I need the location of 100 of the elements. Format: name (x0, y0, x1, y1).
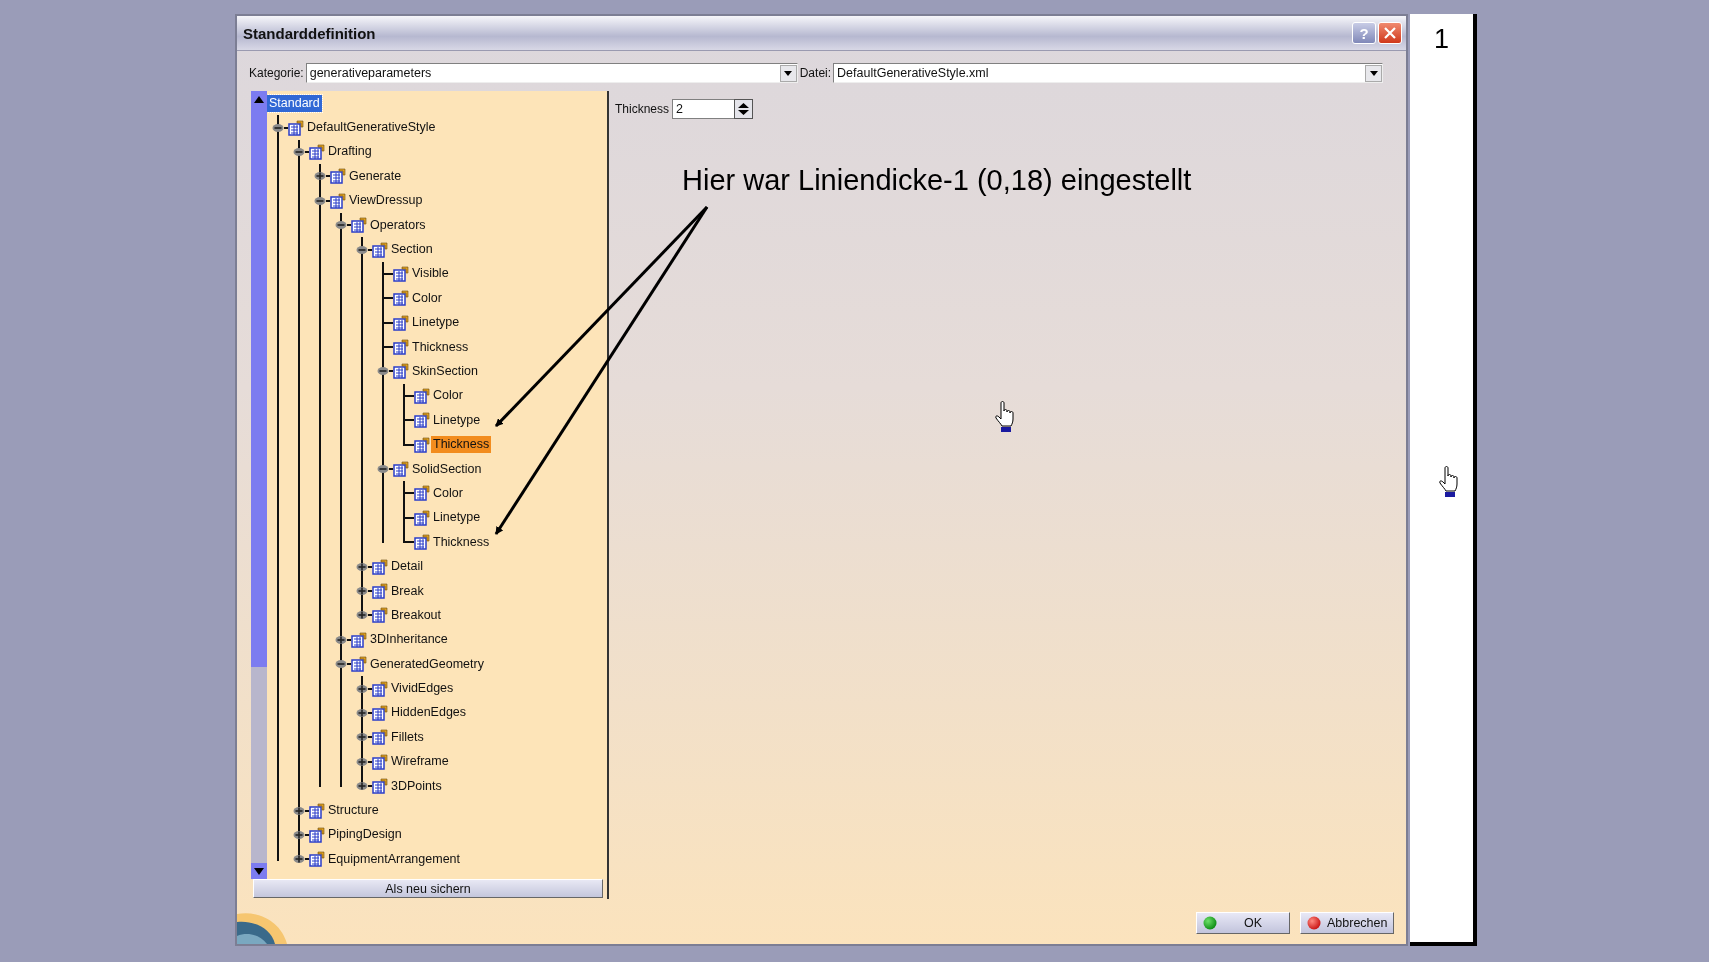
tree-item[interactable]: VividEdges (389, 680, 456, 698)
cancel-button[interactable]: Abbrechen (1300, 912, 1394, 934)
tree-item[interactable]: Linetype (431, 411, 483, 429)
window-title: Standarddefinition (243, 24, 377, 42)
tree-item[interactable]: Operators (368, 216, 428, 234)
node-icon (351, 631, 368, 648)
category-dropdown[interactable]: generativeparameters (305, 63, 798, 83)
save-as-new-button[interactable]: Als neu sichern (253, 879, 603, 898)
field-label: Kategorie: (249, 66, 304, 80)
node-icon (414, 534, 431, 551)
tree-item[interactable]: Linetype (431, 509, 483, 527)
tree-item[interactable]: Thickness (431, 533, 492, 551)
tree-item[interactable]: Structure (326, 802, 381, 819)
expand-icon[interactable] (356, 780, 368, 793)
node-icon (414, 436, 431, 453)
spin-button[interactable] (734, 99, 754, 119)
tree-item[interactable]: PipingDesign (326, 826, 404, 844)
node-icon (288, 119, 305, 136)
collapse-icon[interactable] (314, 194, 326, 207)
page-number: 1 (1434, 24, 1449, 56)
expand-icon[interactable] (314, 170, 326, 183)
expand-icon[interactable] (356, 609, 368, 622)
collapse-icon[interactable] (377, 463, 389, 476)
tree-item[interactable]: GeneratedGeometry (368, 655, 486, 673)
tree-item[interactable]: Thickness (410, 338, 471, 356)
scroll-down-button[interactable] (251, 863, 267, 879)
tree-item[interactable]: Standard (267, 94, 322, 112)
node-icon (414, 485, 431, 502)
field-label: Thickness (615, 102, 670, 116)
tree-item[interactable]: Break (389, 582, 426, 600)
node-icon (414, 387, 431, 404)
expand-icon[interactable] (356, 706, 368, 719)
tree-item[interactable]: Section (389, 241, 435, 259)
expand-icon[interactable] (293, 804, 305, 817)
tree-item[interactable]: SkinSection (410, 363, 480, 380)
node-icon (393, 461, 410, 478)
node-icon (393, 363, 410, 380)
file-dropdown[interactable]: DefaultGenerativeStyle.xml (833, 63, 1384, 83)
expand-icon[interactable] (293, 828, 305, 841)
tree-item[interactable]: ViewDressup (347, 192, 425, 210)
expand-icon[interactable] (356, 731, 368, 744)
tree-item[interactable]: Thickness (431, 436, 492, 454)
node-icon (372, 607, 389, 624)
node-icon (351, 217, 368, 234)
node-icon (393, 339, 410, 356)
tree-item[interactable]: Visible (410, 265, 451, 283)
collapse-icon[interactable] (377, 365, 389, 378)
node-icon (414, 509, 431, 526)
tree-item[interactable]: Drafting (326, 143, 374, 161)
dropdown-button[interactable] (1365, 64, 1383, 82)
hand-cursor-icon (995, 401, 1015, 432)
thickness-field[interactable]: 2 (672, 99, 735, 119)
node-icon (372, 583, 389, 599)
expand-icon[interactable] (356, 560, 368, 573)
collapse-icon[interactable] (272, 121, 284, 134)
tree-item[interactable]: Generate (347, 167, 404, 185)
light-icon (1307, 916, 1321, 930)
ok-button[interactable]: OK (1196, 912, 1290, 934)
tree-item[interactable]: Breakout (389, 606, 444, 624)
scroll-thumb[interactable] (251, 107, 267, 667)
collapse-icon[interactable] (335, 219, 347, 232)
collapse-icon[interactable] (335, 658, 347, 671)
hand-cursor-icon (1439, 466, 1459, 497)
close-icon (1384, 27, 1396, 39)
node-icon (372, 558, 389, 575)
annotation-text: Hier war Liniendicke-1 (0,18) eingestellt (682, 164, 1192, 197)
tree-item[interactable]: Color (431, 484, 465, 502)
tree-item[interactable]: Linetype (410, 314, 462, 332)
expand-icon[interactable] (293, 853, 305, 866)
tree-item[interactable]: HiddenEdges (389, 704, 469, 722)
collapse-icon[interactable] (356, 243, 368, 256)
node-icon (372, 241, 389, 258)
collapse-icon[interactable] (293, 145, 305, 158)
expand-icon[interactable] (356, 682, 368, 695)
dropdown-button[interactable] (779, 64, 797, 82)
node-icon (414, 412, 431, 429)
down-arrow-icon (254, 867, 264, 875)
tree-item[interactable]: Color (431, 387, 465, 405)
tree-item[interactable]: 3DPoints (389, 777, 444, 795)
tree-item[interactable]: EquipmentArrangement (326, 850, 463, 868)
tree-item[interactable]: Wireframe (389, 753, 451, 771)
caret-icon (784, 70, 793, 76)
node-icon (372, 778, 389, 795)
close-button[interactable] (1378, 22, 1402, 44)
tree-item[interactable]: Detail (389, 558, 425, 576)
node-icon (393, 290, 410, 307)
expand-icon[interactable] (356, 755, 368, 768)
tree-item[interactable]: Color (410, 289, 444, 307)
tree-item[interactable]: SolidSection (410, 460, 484, 478)
node-icon (309, 826, 326, 843)
node-icon (372, 704, 389, 721)
scrollbar[interactable] (251, 91, 267, 879)
up-down-icon (738, 102, 750, 116)
tree-item[interactable]: Fillets (389, 728, 426, 746)
expand-icon[interactable] (335, 633, 347, 646)
expand-icon[interactable] (356, 585, 368, 597)
node-icon (330, 192, 347, 209)
scroll-up-button[interactable] (251, 91, 267, 107)
tree-item[interactable]: DefaultGenerativeStyle (305, 119, 438, 137)
tree-item[interactable]: 3DInheritance (368, 631, 450, 649)
